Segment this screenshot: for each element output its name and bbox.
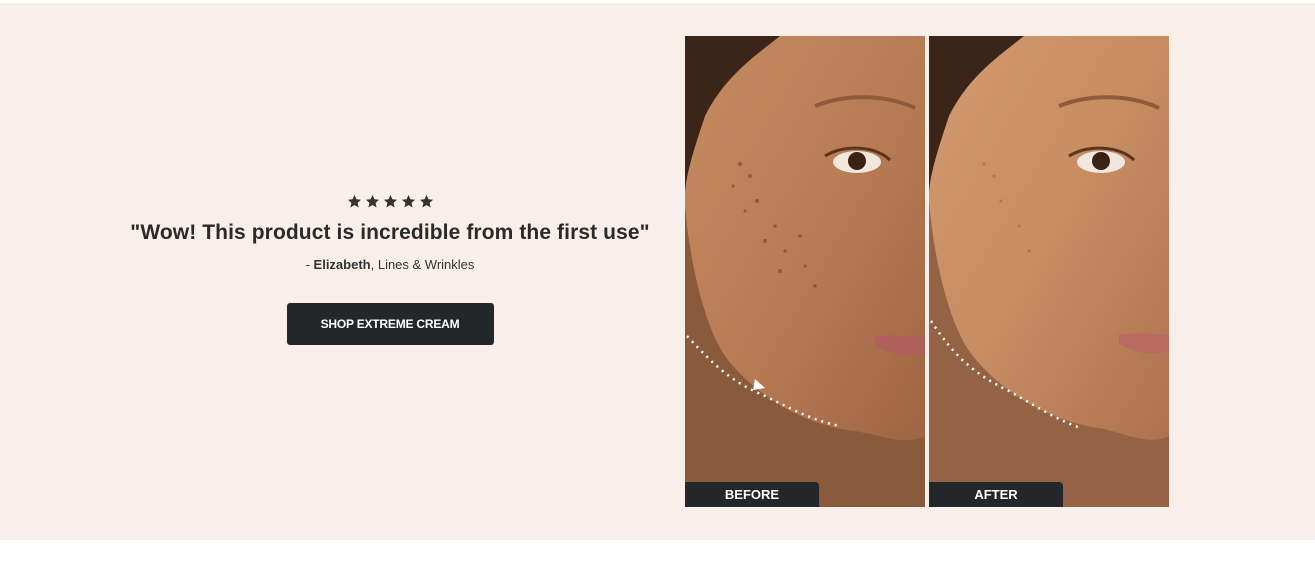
star-rating [347, 193, 434, 209]
author-name: Elizabeth [313, 257, 371, 272]
after-face-image [929, 36, 1169, 507]
review-concern: , Lines & Wrinkles [370, 257, 475, 272]
star-icon [401, 194, 415, 207]
before-label: BEFORE [685, 482, 819, 507]
after-label: AFTER [929, 482, 1063, 507]
before-photo: BEFORE [685, 36, 925, 507]
before-face-image [685, 36, 925, 507]
review-quote: "Wow! This product is incredible from th… [130, 221, 650, 244]
star-icon [347, 194, 361, 207]
author-prefix: - [305, 257, 314, 272]
star-icon [383, 194, 397, 207]
star-icon [419, 194, 433, 207]
star-icon [365, 194, 379, 207]
review-block: "Wow! This product is incredible from th… [90, 193, 690, 345]
shop-extreme-cream-button[interactable]: SHOP EXTREME CREAM [286, 303, 494, 345]
review-attribution: - Elizabeth, Lines & Wrinkles [306, 257, 475, 272]
after-photo: AFTER [929, 36, 1169, 507]
